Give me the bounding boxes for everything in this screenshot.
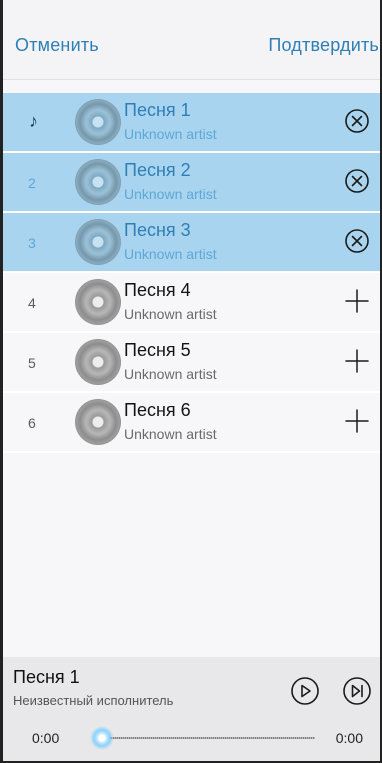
song-title: Песня 5	[124, 340, 191, 360]
total-time: 0:00	[335, 730, 363, 746]
app-frame: Отменить Подтвердить ♪ Песня 1 Unknown a…	[0, 0, 382, 763]
remove-circle-icon[interactable]	[344, 108, 370, 134]
song-row[interactable]: 4 Песня 4 Unknown artist	[3, 273, 380, 333]
add-icon[interactable]	[344, 348, 370, 374]
song-artist: Unknown artist	[124, 246, 217, 262]
song-row[interactable]: 5 Песня 5 Unknown artist	[3, 333, 380, 393]
song-title: Песня 2	[124, 160, 191, 180]
song-list: ♪ Песня 1 Unknown artist 2 Песня 2 Unkno…	[3, 93, 380, 453]
song-row[interactable]: 6 Песня 6 Unknown artist	[3, 393, 380, 453]
song-artist: Unknown artist	[124, 426, 217, 442]
disc-icon	[75, 399, 121, 445]
confirm-button[interactable]: Подтвердить	[268, 35, 379, 56]
remove-circle-icon[interactable]	[344, 168, 370, 194]
song-title: Песня 6	[124, 400, 191, 420]
song-number: 6	[28, 415, 36, 431]
song-artist: Unknown artist	[124, 126, 217, 142]
song-artist: Unknown artist	[124, 186, 217, 202]
song-number: 4	[28, 295, 36, 311]
song-row[interactable]: 2 Песня 2 Unknown artist	[3, 153, 380, 213]
disc-icon	[75, 279, 121, 325]
disc-icon	[75, 219, 121, 265]
disc-icon	[75, 99, 121, 145]
song-row[interactable]: ♪ Песня 1 Unknown artist	[3, 93, 380, 153]
progress-slider[interactable]	[103, 737, 315, 739]
music-note-icon: ♪	[29, 111, 38, 131]
add-icon[interactable]	[344, 288, 370, 314]
play-button[interactable]	[290, 676, 320, 706]
cancel-button[interactable]: Отменить	[15, 35, 99, 56]
song-artist: Unknown artist	[124, 306, 217, 322]
song-number: 3	[28, 235, 36, 251]
slider-thumb[interactable]	[90, 726, 114, 750]
song-title: Песня 1	[124, 100, 191, 120]
song-number: 5	[28, 355, 36, 371]
now-playing-title: Песня 1	[13, 667, 80, 687]
disc-icon	[75, 339, 121, 385]
song-title: Песня 4	[124, 280, 191, 300]
now-playing-artist: Неизвестный исполнитель	[13, 693, 174, 708]
mini-player: Песня 1 Неизвестный исполнитель 0:00 0:0…	[3, 657, 380, 761]
song-title: Песня 3	[124, 220, 191, 240]
song-number: 2	[28, 175, 36, 191]
current-time: 0:00	[32, 730, 60, 746]
disc-icon	[75, 159, 121, 205]
next-track-button[interactable]	[342, 676, 372, 706]
song-artist: Unknown artist	[124, 366, 217, 382]
header: Отменить Подтвердить	[3, 0, 380, 80]
song-row[interactable]: 3 Песня 3 Unknown artist	[3, 213, 380, 273]
add-icon[interactable]	[344, 408, 370, 434]
remove-circle-icon[interactable]	[344, 228, 370, 254]
